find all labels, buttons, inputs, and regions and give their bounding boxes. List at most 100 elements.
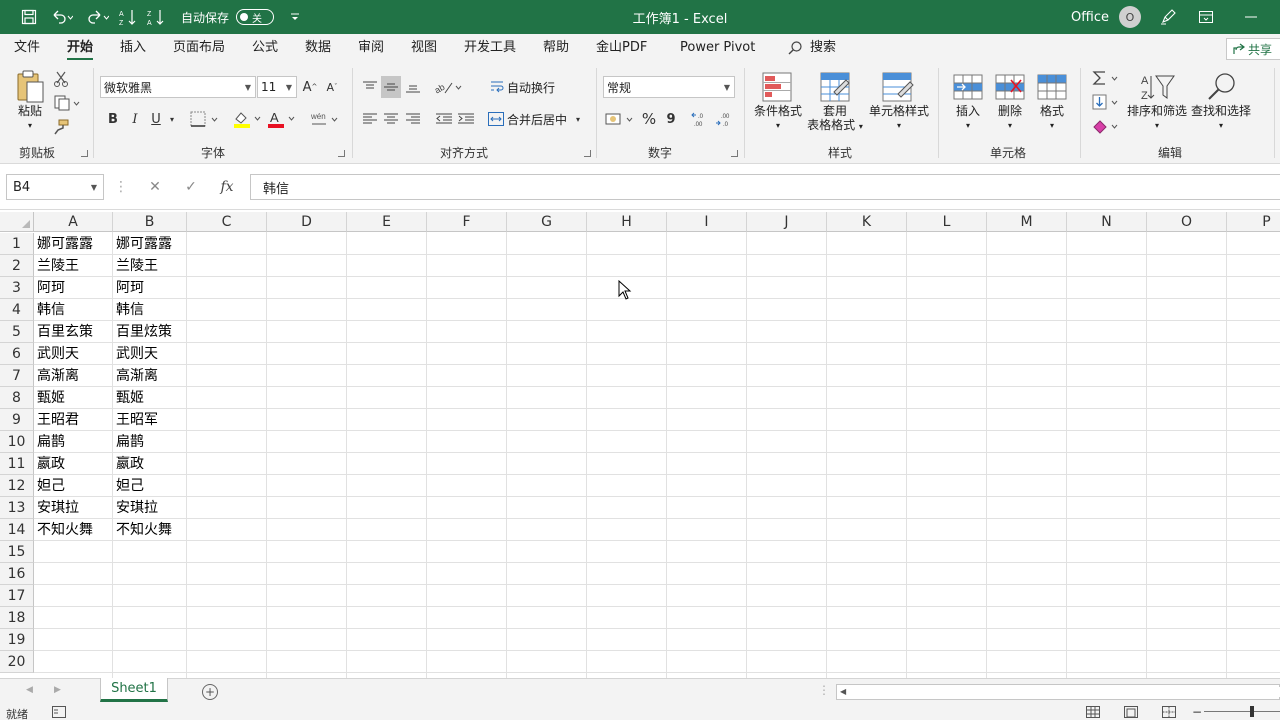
cell-b9[interactable]: 王昭军 [113, 409, 187, 431]
row-header-1[interactable]: 1 [0, 233, 34, 255]
chevron-down-icon[interactable]: ▾ [1032, 118, 1072, 133]
tab-data[interactable]: 数据 [305, 34, 331, 62]
tab-home[interactable]: 开始 [67, 34, 94, 62]
cell-a9[interactable]: 王昭君 [34, 409, 113, 431]
insert-cells-icon[interactable] [952, 70, 984, 104]
row-header-7[interactable]: 7 [0, 365, 34, 387]
format-cells-label[interactable]: 格式 [1032, 104, 1072, 119]
chevron-down-icon[interactable]: ▾ [1124, 118, 1190, 133]
orientation-icon[interactable]: ab [434, 76, 464, 98]
cell-b5[interactable]: 百里炫策 [113, 321, 187, 343]
paste-dropdown-icon[interactable]: ▾ [14, 118, 46, 133]
conditional-format-label[interactable]: 条件格式 [750, 104, 806, 119]
cell-b14[interactable]: 不知火舞 [113, 519, 187, 541]
font-size-select[interactable]: 11 ▼ [257, 76, 297, 98]
decrease-font-icon[interactable]: Aˇ [322, 76, 342, 98]
column-header-g[interactable]: G [507, 212, 587, 232]
cell-a12[interactable]: 妲己 [34, 475, 113, 497]
tab-help[interactable]: 帮助 [543, 34, 569, 62]
macro-record-icon[interactable] [52, 706, 66, 720]
cell-b8[interactable]: 甄姬 [113, 387, 187, 409]
column-header-c[interactable]: C [187, 212, 267, 232]
font-launcher-icon[interactable] [338, 150, 345, 157]
increase-font-icon[interactable]: A ^ [300, 76, 320, 98]
row-header-8[interactable]: 8 [0, 387, 34, 409]
pen-icon[interactable] [1156, 0, 1180, 34]
column-header-p[interactable]: P [1227, 212, 1280, 232]
row-header-20[interactable]: 20 [0, 651, 34, 673]
cell-b1[interactable]: 娜可露露 [113, 233, 187, 255]
page-layout-view-icon[interactable] [1124, 706, 1138, 720]
delete-cells-label[interactable]: 删除 [990, 104, 1030, 119]
row-header-3[interactable]: 3 [0, 277, 34, 299]
row-header-9[interactable]: 9 [0, 409, 34, 431]
cell-b6[interactable]: 武则天 [113, 343, 187, 365]
insert-cells-label[interactable]: 插入 [948, 104, 988, 119]
tab-formulas[interactable]: 公式 [252, 34, 278, 62]
row-header-4[interactable]: 4 [0, 299, 34, 321]
row-header-18[interactable]: 18 [0, 607, 34, 629]
underline-dropdown-icon[interactable]: ▾ [166, 108, 178, 130]
format-painter-icon[interactable] [52, 118, 70, 136]
conditional-format-icon[interactable] [760, 70, 794, 104]
cell-a5[interactable]: 百里玄策 [34, 321, 113, 343]
delete-cells-icon[interactable] [994, 70, 1026, 104]
autosum-icon[interactable] [1090, 68, 1122, 88]
chevron-down-icon[interactable]: ▾ [750, 118, 806, 133]
select-all-corner[interactable] [0, 212, 34, 232]
cell-a11[interactable]: 嬴政 [34, 453, 113, 475]
cell-b10[interactable]: 扁鹊 [113, 431, 187, 453]
column-header-i[interactable]: I [667, 212, 747, 232]
align-bottom-icon[interactable] [403, 76, 423, 98]
phonetic-icon[interactable]: wén [308, 108, 342, 130]
sort-descending-icon[interactable]: ZA [146, 0, 166, 34]
percent-button[interactable]: % [640, 108, 658, 130]
wrap-text-button[interactable]: 自动换行 [490, 76, 562, 98]
column-header-j[interactable]: J [747, 212, 827, 232]
cell-b12[interactable]: 妲己 [113, 475, 187, 497]
normal-view-icon[interactable] [1086, 706, 1100, 720]
increase-decimal-icon[interactable]: .0.00 [690, 108, 712, 130]
comma-style-button[interactable]: 9 [662, 108, 680, 130]
align-middle-icon[interactable] [381, 76, 401, 98]
zoom-slider-thumb[interactable] [1250, 706, 1254, 717]
format-cells-icon[interactable] [1036, 70, 1068, 104]
cancel-icon[interactable]: ✕ [144, 174, 166, 200]
cell-a4[interactable]: 韩信 [34, 299, 113, 321]
share-button[interactable]: 共享 [1226, 38, 1280, 60]
name-box[interactable]: B4 ▼ [6, 174, 104, 200]
cell-a2[interactable]: 兰陵王 [34, 255, 113, 277]
avatar[interactable]: O [1118, 0, 1142, 34]
row-header-15[interactable]: 15 [0, 541, 34, 563]
cell-b7[interactable]: 高渐离 [113, 365, 187, 387]
cell-a1[interactable]: 娜可露露 [34, 233, 113, 255]
cell-b2[interactable]: 兰陵王 [113, 255, 187, 277]
row-header-16[interactable]: 16 [0, 563, 34, 585]
tab-view[interactable]: 视图 [411, 34, 437, 62]
bold-button[interactable]: B [104, 108, 122, 130]
row-header-11[interactable]: 11 [0, 453, 34, 475]
save-icon[interactable] [18, 0, 40, 34]
customize-toolbar-icon[interactable] [288, 0, 302, 34]
tab-kingsoft-pdf[interactable]: 金山PDF [596, 34, 647, 62]
tab-insert[interactable]: 插入 [120, 34, 146, 62]
account-name[interactable]: Office [1068, 0, 1112, 34]
add-sheet-icon[interactable]: + [202, 684, 218, 700]
autosave-toggle[interactable]: 关 [235, 0, 275, 34]
column-header-l[interactable]: L [907, 212, 987, 232]
format-table-label-1[interactable]: 套用 [802, 104, 868, 119]
column-header-e[interactable]: E [347, 212, 427, 232]
copy-icon[interactable] [52, 94, 82, 112]
paste-label[interactable]: 粘贴 [14, 104, 46, 119]
cell-b11[interactable]: 嬴政 [113, 453, 187, 475]
border-icon[interactable] [188, 108, 222, 130]
cell-a8[interactable]: 甄姬 [34, 387, 113, 409]
zoom-slider[interactable] [1204, 711, 1280, 712]
ribbon-display-icon[interactable] [1194, 0, 1218, 34]
cell-b4[interactable]: 韩信 [113, 299, 187, 321]
fill-icon[interactable] [1090, 92, 1122, 112]
clipboard-launcher-icon[interactable] [81, 150, 88, 157]
cell-a6[interactable]: 武则天 [34, 343, 113, 365]
sheet-next-icon[interactable]: ▶ [54, 685, 61, 695]
tab-developer[interactable]: 开发工具 [464, 34, 516, 62]
